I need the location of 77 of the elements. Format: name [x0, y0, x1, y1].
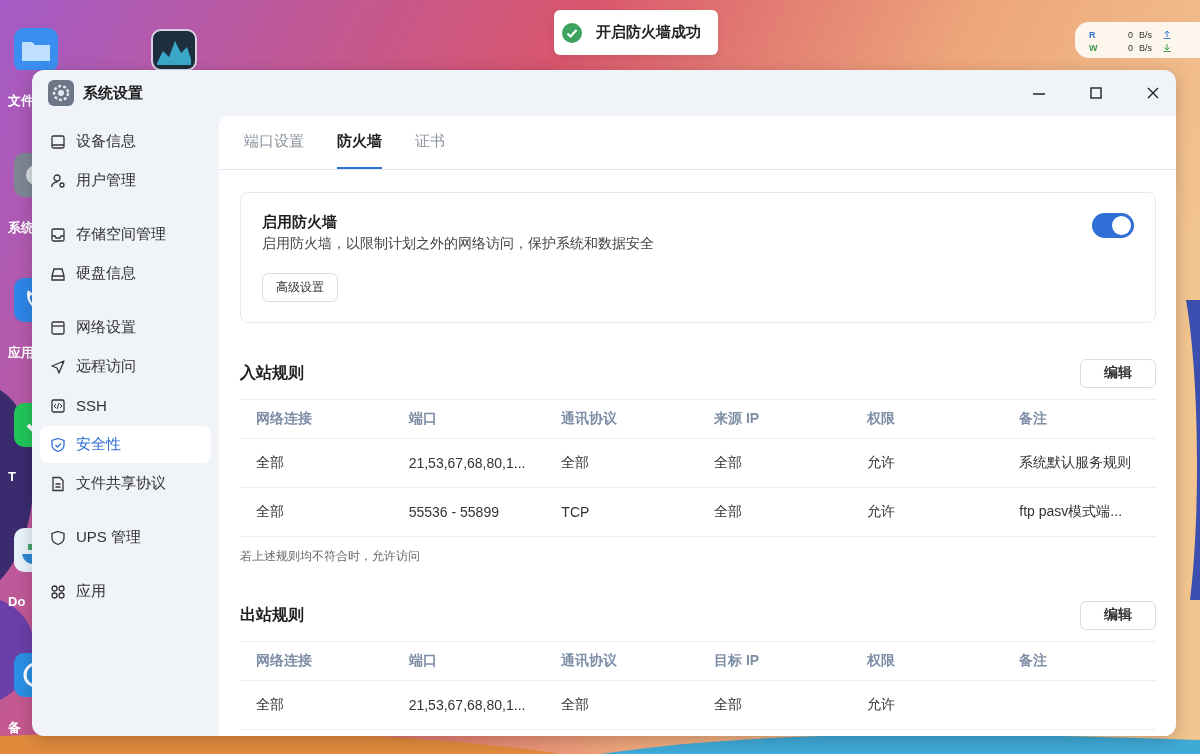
table-cell-text: 全部 — [713, 454, 743, 472]
edit-button[interactable]: 编辑 — [1080, 600, 1156, 630]
desktop-icon-label: T — [8, 469, 16, 484]
drive-icon — [50, 265, 66, 282]
document-icon — [50, 475, 66, 492]
speed-label: W — [1089, 42, 1099, 53]
table-cell-text: 21,53,67,68,80,1... — [407, 697, 527, 713]
column-header: 备注 — [1018, 410, 1049, 428]
table-cell-text: 全部 — [560, 454, 591, 472]
monitor-icon — [50, 133, 66, 150]
column-header: 备注 — [1018, 652, 1049, 670]
advanced-settings-button[interactable]: 高级设置 — [262, 273, 338, 302]
footnote-text: 若上述规则均不符合时，允许访问 — [240, 548, 421, 565]
upload-icon — [1163, 30, 1171, 39]
sidebar-item[interactable]: 网络设置 — [40, 309, 211, 346]
sidebar-item[interactable]: 存储空间管理 — [40, 216, 211, 253]
column-header: 来源 IP — [713, 410, 761, 428]
code-icon — [50, 397, 66, 414]
table-cell-text: 全部 — [255, 503, 285, 521]
table-cell-text: 全部 — [560, 696, 591, 714]
column-header: 通讯协议 — [560, 652, 619, 670]
sidebar-item[interactable]: 应用 — [40, 573, 211, 610]
toggle-switch[interactable] — [1092, 213, 1134, 238]
speed-value: 0 — [1127, 42, 1133, 53]
sidebar-item[interactable]: 硬盘信息 — [40, 255, 211, 292]
column-header: 端口 — [407, 410, 438, 428]
sidebar-item[interactable]: 安全性 — [40, 426, 211, 463]
check-icon — [562, 22, 582, 43]
desktop-icon-label: Do — [8, 594, 26, 609]
table-cell-text: 全部 — [255, 696, 285, 714]
folder-icon[interactable] — [14, 28, 58, 70]
toast-message: 开启防火墙成功 — [596, 23, 701, 42]
sidebar-item[interactable]: 设备信息 — [40, 123, 211, 160]
table-cell-text: 允许 — [865, 503, 896, 521]
sidebar-item[interactable]: 用户管理 — [40, 162, 211, 199]
send-icon — [50, 358, 66, 375]
table-cell-text: 允许 — [865, 696, 896, 714]
column-header: 权限 — [865, 652, 896, 670]
speed-unit: B/s — [1139, 42, 1153, 53]
table-cell-text: 全部 — [713, 503, 743, 521]
column-header: 网络连接 — [255, 652, 313, 670]
sidebar-item[interactable]: 远程访问 — [40, 348, 211, 385]
tab[interactable]: 防火墙 — [337, 116, 382, 169]
sidebar-item[interactable]: UPS 管理 — [40, 519, 211, 556]
table-cell-text: 全部 — [713, 696, 743, 714]
card-title: 启用防火墙 — [262, 213, 338, 232]
speed-value: 0 — [1127, 29, 1133, 40]
column-header: 通讯协议 — [560, 410, 619, 428]
table-cell-text: 21,53,67,68,80,1... — [407, 455, 527, 471]
maximize-button[interactable] — [1087, 84, 1105, 102]
grid-icon — [50, 583, 66, 600]
tray-icon — [50, 226, 66, 243]
section-title: 出站规则 — [240, 604, 304, 625]
table-cell-text: 55536 - 55899 — [407, 504, 500, 520]
desktop-icon-label: 备 — [8, 719, 21, 737]
edit-button[interactable]: 编辑 — [1080, 358, 1156, 388]
speed-unit: B/s — [1139, 29, 1153, 40]
section-title: 入站规则 — [240, 362, 304, 383]
window-title: 系统设置 — [83, 83, 143, 103]
description-text: 启用防火墙，以限制计划之外的网络访问，保护系统和数据安全 — [262, 235, 654, 253]
table-cell-text: TCP — [560, 504, 591, 520]
sidebar-item[interactable]: SSH — [40, 387, 211, 424]
table-cell-text: ftp pasv模式端... — [1018, 503, 1124, 521]
user-gear-icon — [50, 172, 66, 189]
window-icon — [50, 319, 66, 336]
column-header: 目标 IP — [713, 652, 761, 670]
shield-check-icon — [50, 436, 66, 453]
activity-monitor-icon[interactable] — [151, 29, 197, 71]
sidebar-item[interactable]: 文件共享协议 — [40, 465, 211, 502]
table-cell-text: 全部 — [255, 454, 285, 472]
column-header: 权限 — [865, 410, 896, 428]
column-header: 端口 — [407, 652, 438, 670]
column-header: 网络连接 — [255, 410, 313, 428]
table-cell-text: 系统默认服务规则 — [1018, 454, 1133, 472]
shield-icon — [50, 529, 66, 546]
table-cell-text: 允许 — [865, 454, 896, 472]
speed-label: R — [1089, 29, 1097, 40]
